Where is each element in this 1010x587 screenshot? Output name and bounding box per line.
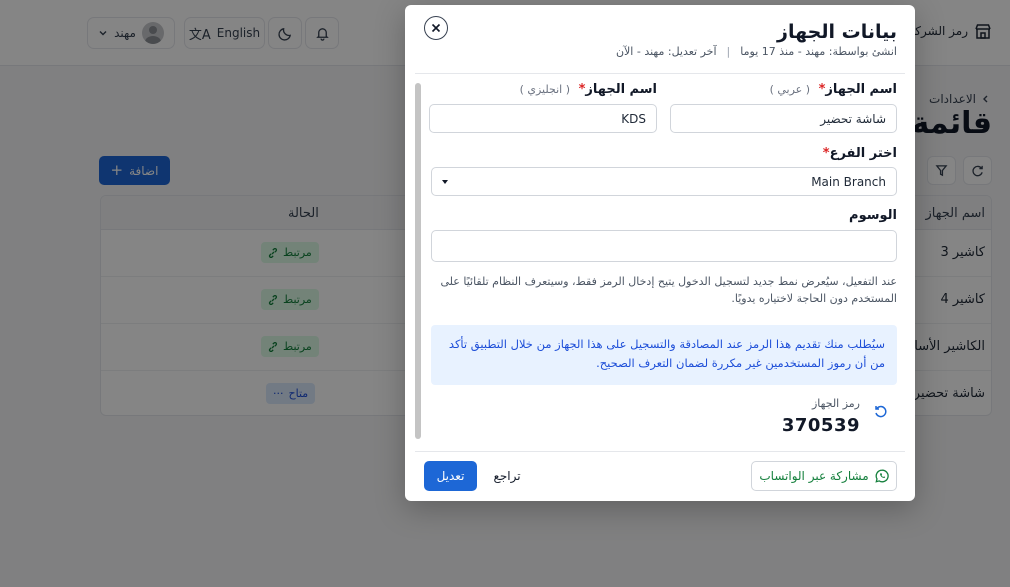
modified-info: آخر تعديل: مهند - الآن xyxy=(615,45,717,58)
device-details-modal: بيانات الجهاز انشئ بواسطة: مهند - منذ 17… xyxy=(405,5,915,501)
name-en-label-text: اسم الجهاز xyxy=(585,82,657,97)
footer-divider xyxy=(415,451,905,452)
whatsapp-button-label: مشاركة عبر الواتساب xyxy=(759,469,869,483)
branch-label-text: اختر الفرع xyxy=(829,146,897,161)
whatsapp-share-button[interactable]: مشاركة عبر الواتساب xyxy=(751,461,897,491)
undo-button[interactable]: تراجع xyxy=(487,461,527,491)
regenerate-icon[interactable] xyxy=(874,404,888,418)
modal-meta: انشئ بواسطة: مهند - منذ 17 يوما | آخر تع… xyxy=(616,45,897,58)
divider xyxy=(415,73,905,74)
branch-label: اختر الفرع* xyxy=(823,146,897,161)
name-ar-hint: ( عربي ) xyxy=(769,83,811,96)
device-code-label: رمز الجهاز xyxy=(811,397,860,410)
device-code-value: 370539 xyxy=(781,415,860,436)
created-info: انشئ بواسطة: مهند - منذ 17 يوما xyxy=(740,45,897,58)
edit-button[interactable]: تعديل xyxy=(424,461,477,491)
required-mark: * xyxy=(822,146,830,161)
meta-separator: | xyxy=(726,45,731,58)
close-icon xyxy=(431,23,441,33)
login-mode-note: عند التفعيل، سيُعرض نمط جديد لتسجيل الدخ… xyxy=(440,275,897,305)
tags-input[interactable] xyxy=(431,230,897,262)
caret-down-icon xyxy=(442,179,448,184)
tags-label: الوسوم xyxy=(849,208,897,223)
whatsapp-icon xyxy=(875,469,889,483)
name-ar-label-text: اسم الجهاز xyxy=(825,82,897,97)
modal-title: بيانات الجهاز xyxy=(777,21,897,43)
name-en-hint: ( انجليزي ) xyxy=(519,83,571,96)
branch-select-value: Main Branch xyxy=(811,174,886,189)
name-en-label: اسم الجهاز* ( انجليزي ) xyxy=(520,82,657,97)
info-alert: سيُطلب منك تقديم هذا الرمز عند المصادقة … xyxy=(431,325,897,385)
scrollbar[interactable] xyxy=(415,83,421,439)
branch-select[interactable]: Main Branch xyxy=(431,167,897,196)
close-button[interactable] xyxy=(424,16,448,40)
name-ar-label: اسم الجهاز* ( عربي ) xyxy=(770,82,897,97)
name-en-input[interactable] xyxy=(429,104,657,133)
name-ar-input[interactable] xyxy=(670,104,897,133)
